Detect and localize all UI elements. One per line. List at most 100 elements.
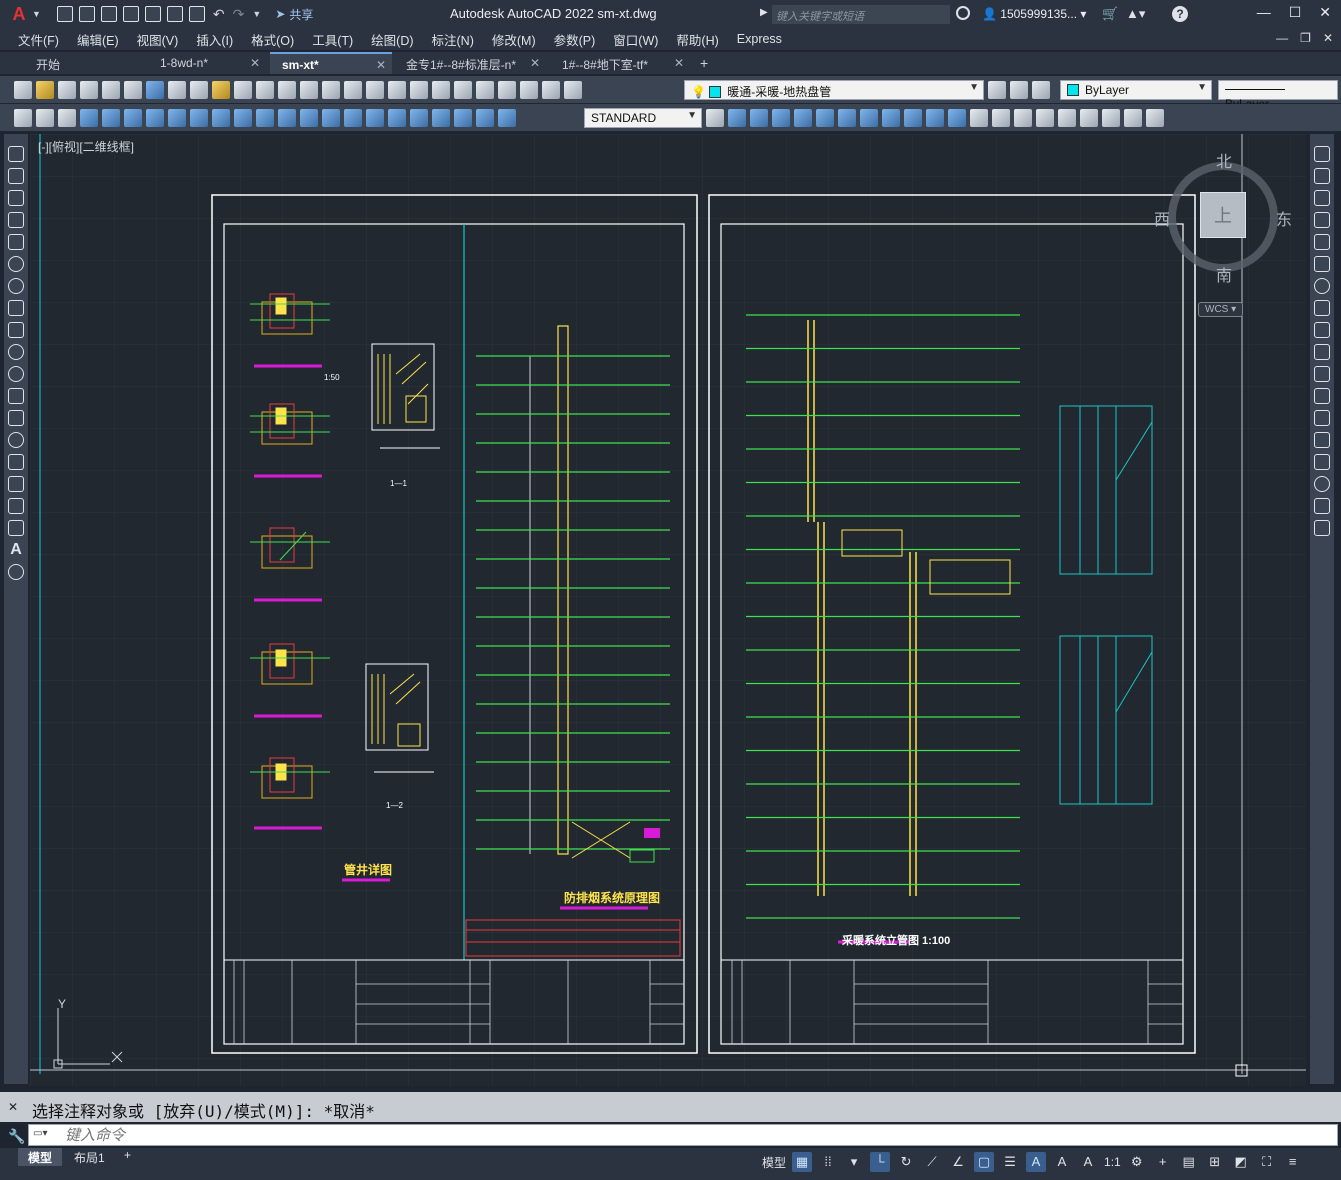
linear-dim-icon[interactable]	[80, 109, 98, 127]
layer-states-icon[interactable]	[1032, 81, 1050, 99]
wcs-menu[interactable]: WCS ▾	[1198, 302, 1244, 317]
viewcube[interactable]: 上 北 南 西 东	[1154, 154, 1292, 285]
publish-icon[interactable]	[124, 81, 142, 99]
jogged-icon[interactable]	[190, 109, 208, 127]
zoom-previous-icon[interactable]	[388, 81, 406, 99]
polar-icon[interactable]: ↻	[896, 1152, 916, 1172]
stretch-icon[interactable]	[1314, 322, 1330, 338]
menu-tools[interactable]: 工具(T)	[312, 30, 353, 49]
trim-icon[interactable]	[1314, 344, 1330, 360]
menu-parametric[interactable]: 参数(P)	[554, 30, 596, 49]
layout-tab-1[interactable]: 布局1	[64, 1148, 115, 1166]
tool-palettes-icon[interactable]	[454, 81, 472, 99]
edit-icon[interactable]	[14, 109, 32, 127]
layer-dropdown[interactable]: 💡 暖通-采暖-地热盘管 ▼	[684, 80, 984, 100]
attribute-icon[interactable]	[58, 109, 76, 127]
undo-icon[interactable]	[278, 81, 296, 99]
mirror-icon[interactable]	[1314, 190, 1330, 206]
tab-close-icon[interactable]: ✕	[530, 56, 540, 70]
snap-icon[interactable]: ⁞⁞	[818, 1152, 838, 1172]
menu-window[interactable]: 窗口(W)	[613, 30, 658, 49]
multiline-text-icon[interactable]: A	[8, 542, 24, 558]
arc-icon[interactable]	[8, 256, 24, 272]
drawing-canvas[interactable]: 管井详图 防排烟系统原理图 1:50 1—1 1—2 采暖系统立管图 1:100…	[30, 134, 1306, 1086]
print-icon[interactable]	[80, 81, 98, 99]
arc-length-icon[interactable]	[124, 109, 142, 127]
menu-view[interactable]: 视图(V)	[137, 30, 179, 49]
explode-icon[interactable]	[1058, 109, 1076, 127]
open-file-icon[interactable]	[78, 6, 95, 22]
join-icon[interactable]	[992, 109, 1010, 127]
paste-icon[interactable]	[212, 81, 230, 99]
radius-icon[interactable]	[168, 109, 186, 127]
block-editor-icon[interactable]	[256, 81, 274, 99]
layer-properties-icon[interactable]	[564, 81, 582, 99]
menu-help[interactable]: 帮助(H)	[676, 30, 718, 49]
aligned-dim-icon[interactable]	[102, 109, 120, 127]
extend-icon[interactable]	[948, 109, 966, 127]
command-prompt-icon[interactable]: ▭▾	[33, 1128, 59, 1142]
rectangle-icon[interactable]	[8, 234, 24, 250]
quick-dim-icon[interactable]	[256, 109, 274, 127]
open-icon[interactable]	[36, 81, 54, 99]
rotate-icon[interactable]	[860, 109, 878, 127]
search-expand-icon[interactable]: ▶	[760, 7, 768, 18]
rotate-icon[interactable]	[1314, 278, 1330, 294]
offset-icon[interactable]	[1314, 212, 1330, 228]
units-icon[interactable]: ▤	[1179, 1152, 1199, 1172]
layout-tab-model[interactable]: 模型	[18, 1148, 63, 1166]
tab-sm-xt[interactable]: sm-xt* ✕	[270, 52, 392, 74]
search-icon[interactable]	[956, 6, 970, 20]
chamfer-icon[interactable]	[1314, 454, 1330, 470]
center-mark-icon[interactable]	[388, 109, 406, 127]
doc-restore-icon[interactable]: ❐	[1300, 31, 1311, 45]
share-button[interactable]: ➤ 共享	[275, 6, 313, 23]
help-icon[interactable]: ?	[1172, 6, 1188, 22]
workspace-gear-icon[interactable]: ⚙	[1127, 1152, 1147, 1172]
insert-block-icon[interactable]	[8, 388, 24, 404]
menu-draw[interactable]: 绘图(D)	[371, 30, 413, 49]
isodraft-icon[interactable]: ⟋	[922, 1152, 942, 1172]
tab-basement[interactable]: 1#--8#地下室-tf* ✕	[550, 52, 690, 74]
ungroup-icon[interactable]	[1124, 109, 1142, 127]
dim-break-icon[interactable]	[344, 109, 362, 127]
erase-icon[interactable]	[1314, 146, 1330, 162]
group-edit-icon[interactable]	[1146, 109, 1164, 127]
app-menu-chevron-icon[interactable]: ▼	[32, 9, 41, 19]
move-icon[interactable]	[838, 109, 856, 127]
quick-properties-icon[interactable]: ⊞	[1205, 1152, 1225, 1172]
polygon-icon[interactable]	[8, 212, 24, 228]
gradient-icon[interactable]	[8, 476, 24, 492]
ortho-icon[interactable]: └	[870, 1152, 891, 1172]
region-icon[interactable]	[8, 498, 24, 514]
explode-icon[interactable]	[1314, 520, 1330, 536]
cart-icon[interactable]: 🛒	[1102, 6, 1118, 22]
erase-icon[interactable]	[728, 109, 746, 127]
continue-icon[interactable]	[300, 109, 318, 127]
block-icon[interactable]	[36, 109, 54, 127]
tab-close-icon[interactable]: ✕	[250, 56, 260, 70]
autodesk-app-icon[interactable]: ▲▾	[1126, 6, 1145, 22]
linetype-dropdown[interactable]: ByLayer	[1218, 80, 1338, 111]
color-dropdown[interactable]: ByLayer ▼	[1060, 80, 1212, 100]
line-icon[interactable]	[8, 146, 24, 162]
stretch-icon[interactable]	[904, 109, 922, 127]
tab-start[interactable]: 开始	[24, 52, 144, 74]
compass-south[interactable]: 南	[1216, 262, 1232, 286]
array-icon[interactable]	[816, 109, 834, 127]
offset-icon[interactable]	[794, 109, 812, 127]
plot-icon[interactable]	[188, 6, 205, 22]
baseline-icon[interactable]	[278, 109, 296, 127]
tab-close-icon[interactable]: ✕	[674, 56, 684, 70]
model-space-toggle[interactable]: 模型	[762, 1154, 786, 1171]
ordinate-icon[interactable]	[146, 109, 164, 127]
menu-file[interactable]: 文件(F)	[18, 30, 59, 49]
new-file-icon[interactable]	[56, 6, 73, 22]
move-icon[interactable]	[1314, 256, 1330, 272]
publish-3d-icon[interactable]	[146, 81, 164, 99]
zoom-realtime-icon[interactable]	[344, 81, 362, 99]
zoom-window-icon[interactable]	[366, 81, 384, 99]
add-selected-icon[interactable]	[8, 564, 24, 580]
angular-icon[interactable]	[234, 109, 252, 127]
annotation-monitor-icon[interactable]: +	[1153, 1152, 1173, 1172]
